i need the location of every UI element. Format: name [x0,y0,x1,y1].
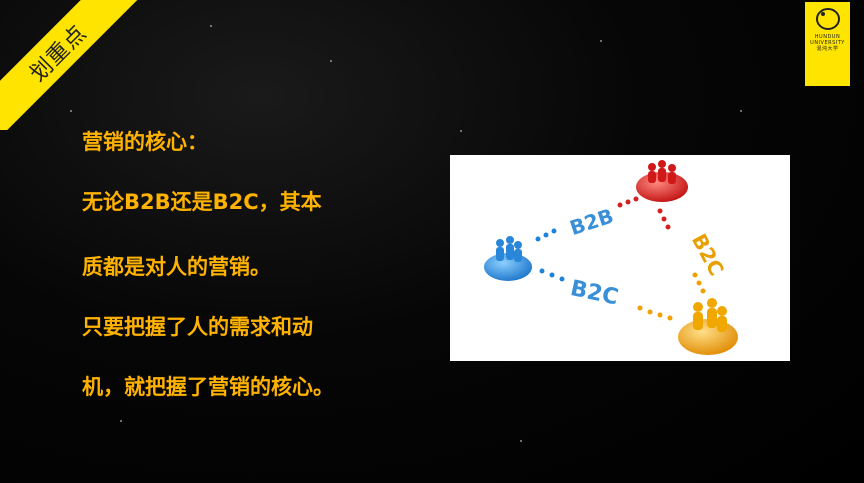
logo-line-3: 混沌大学 [816,46,839,52]
star-decoration [210,25,212,27]
edge-label-bottom: B2C [568,276,620,310]
star-decoration [330,60,332,62]
edge-label-right: B2C [687,230,729,280]
customer-node-left [484,236,532,281]
corner-ribbon: 划重点 [0,0,150,130]
business-node-right [678,298,738,355]
university-logo: HUNDUN UNIVERSITY 混沌大学 [805,2,850,86]
star-decoration [600,40,602,42]
connector-dots [535,196,706,321]
body-line: 只要把握了人的需求和动 [82,315,313,339]
star-decoration [460,130,462,132]
edge-label-top: B2B [567,204,617,241]
business-node-top [636,160,688,202]
body-line: 质都是对人的营销。 [82,255,271,279]
body-line: 机，就把握了营销的核心。 [82,375,334,399]
b2b-b2c-diagram: B2B B2C B2C [450,155,790,361]
star-decoration [120,420,122,422]
body-line: 无论B2B还是B2C，其本 [82,190,322,214]
star-decoration [520,440,522,442]
logo-circle-icon [815,8,840,30]
ribbon-label: 划重点 [0,0,146,130]
heading-line: 营销的核心： [82,130,208,154]
star-decoration [740,110,742,112]
